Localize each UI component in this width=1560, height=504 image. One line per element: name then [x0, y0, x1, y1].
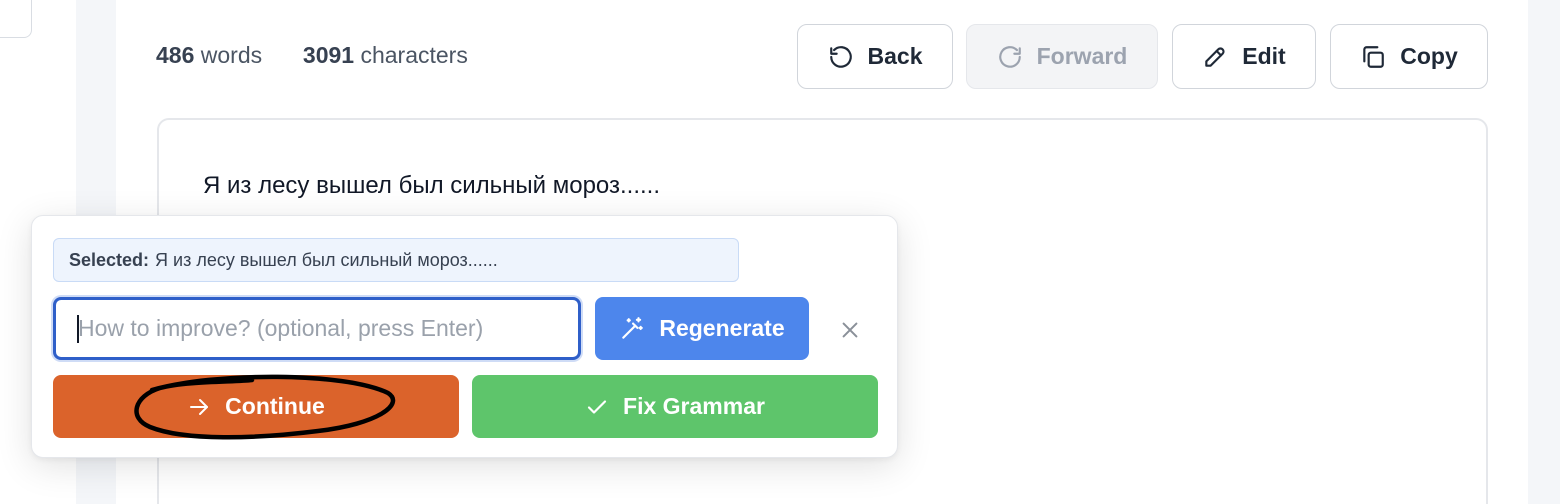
word-count: 486 — [156, 42, 195, 68]
text-cursor — [77, 315, 79, 343]
fix-grammar-button[interactable]: Fix Grammar — [472, 375, 878, 438]
regenerate-button[interactable]: Regenerate — [595, 297, 809, 360]
copy-button[interactable]: Copy — [1330, 24, 1488, 89]
forward-button-label: Forward — [1036, 43, 1128, 69]
close-button[interactable] — [832, 312, 868, 348]
regenerate-button-label: Regenerate — [659, 315, 785, 341]
fix-grammar-button-label: Fix Grammar — [623, 393, 765, 419]
edit-button[interactable]: Edit — [1172, 24, 1316, 89]
close-icon — [842, 322, 858, 338]
edit-button-label: Edit — [1242, 43, 1286, 69]
redo-icon — [998, 45, 1021, 68]
check-icon — [587, 399, 607, 414]
pencil-icon — [1205, 46, 1225, 67]
selected-text-chip: Selected: Я из лесу вышел был сильный мо… — [53, 238, 739, 282]
character-count-label: characters — [360, 42, 468, 68]
copy-button-label: Copy — [1400, 43, 1458, 69]
back-button[interactable]: Back — [797, 24, 953, 89]
left-panel-corner — [0, 0, 32, 38]
character-count: 3091 — [302, 42, 355, 68]
improve-input[interactable] — [53, 297, 581, 360]
selected-label: Selected: — [69, 249, 150, 270]
copy-icon — [1363, 45, 1385, 68]
selected-text: Я из лесу вышел был сильный мороз...... — [155, 249, 498, 270]
right-gutter — [1528, 0, 1560, 504]
back-button-label: Back — [867, 43, 923, 69]
continue-button-label: Continue — [225, 393, 325, 419]
ai-edit-popover: Selected: Я из лесу вышел был сильный мо… — [31, 215, 898, 458]
word-count-label: words — [200, 42, 263, 68]
text-stats: 486 words 3091 characters — [156, 42, 468, 69]
magic-wand-icon — [622, 316, 644, 339]
arrow-right-icon — [190, 398, 209, 415]
undo-icon — [829, 45, 852, 68]
continue-button[interactable]: Continue — [53, 375, 459, 438]
editor-text[interactable]: Я из лесу вышел был сильный мороз...... — [203, 172, 660, 200]
forward-button[interactable]: Forward — [966, 24, 1158, 89]
